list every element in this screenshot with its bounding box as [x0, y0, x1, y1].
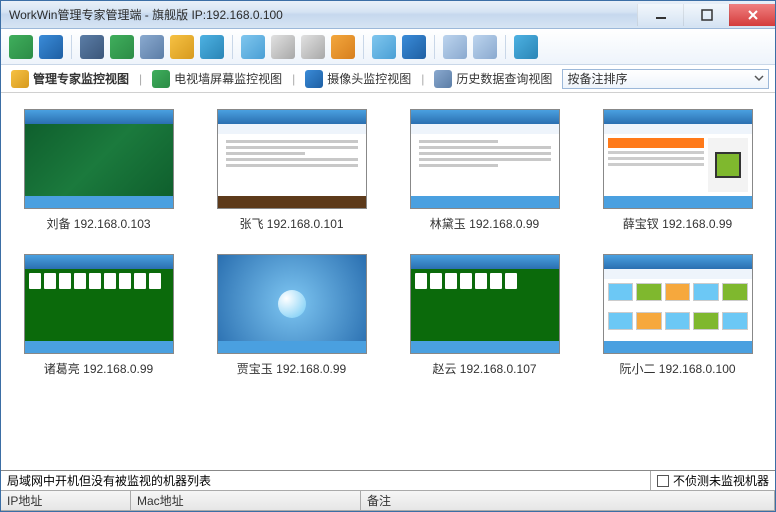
- toolbar-separator: [232, 35, 233, 59]
- view-tabs-bar: 管理专家监控视图 | 电视墙屏幕监控视图 | 摄像头监控视图 | 历史数据查询视…: [1, 65, 775, 93]
- minimize-icon: [655, 9, 667, 21]
- tool-icon-10[interactable]: [301, 35, 325, 59]
- tool-icon-3[interactable]: [80, 35, 104, 59]
- detect-checkbox[interactable]: [657, 475, 669, 487]
- client-screenshot: [603, 254, 753, 354]
- col-remark[interactable]: 备注: [361, 491, 775, 511]
- client-caption: 薛宝钗 192.168.0.99: [623, 215, 732, 232]
- bottom-title: 局域网中开机但没有被监视的机器列表: [1, 472, 650, 489]
- tool-icon-11[interactable]: [331, 35, 355, 59]
- history-icon: [434, 70, 452, 88]
- client-screenshot: [603, 109, 753, 209]
- thumbnail-grid: 刘备 192.168.0.103 张飞 192.168.0.101 林黛玉 19…: [21, 109, 755, 377]
- sort-select[interactable]: 按备注排序: [562, 69, 769, 89]
- client-thumb[interactable]: 贾宝玉 192.168.0.99: [214, 254, 369, 377]
- client-screenshot: [217, 109, 367, 209]
- tool-icon-12[interactable]: [372, 35, 396, 59]
- view-tab-4[interactable]: 历史数据查询视图: [430, 68, 556, 90]
- client-thumb[interactable]: 阮小二 192.168.0.100: [600, 254, 755, 377]
- help-icon[interactable]: [514, 35, 538, 59]
- toolbar-separator: [505, 35, 506, 59]
- col-mac[interactable]: Mac地址: [131, 491, 361, 511]
- client-screenshot: [410, 109, 560, 209]
- app-window: WorkWin管理专家管理端 - 旗舰版 IP:192.168.0.100: [0, 0, 776, 512]
- client-screenshot: [24, 109, 174, 209]
- maximize-icon: [701, 9, 713, 21]
- view-label: 电视墙屏幕监控视图: [174, 70, 282, 87]
- client-thumb[interactable]: 刘备 192.168.0.103: [21, 109, 176, 232]
- toolbar-separator: [71, 35, 72, 59]
- client-caption: 诸葛亮 192.168.0.99: [44, 360, 153, 377]
- bottom-checkbox-area[interactable]: 不侦测未监视机器: [650, 471, 775, 490]
- window-title: WorkWin管理专家管理端 - 旗舰版 IP:192.168.0.100: [9, 6, 283, 23]
- window-controls: [637, 4, 775, 26]
- client-caption: 赵云 192.168.0.107: [432, 360, 536, 377]
- toolbar-separator: [363, 35, 364, 59]
- view-tab-2[interactable]: 电视墙屏幕监控视图: [148, 68, 286, 90]
- client-caption: 张飞 192.168.0.101: [239, 215, 343, 232]
- toolbar: [1, 29, 775, 65]
- client-screenshot: [410, 254, 560, 354]
- titlebar: WorkWin管理专家管理端 - 旗舰版 IP:192.168.0.100: [1, 1, 775, 29]
- view-icon-1: [11, 70, 29, 88]
- view-tab-1[interactable]: 管理专家监控视图: [7, 68, 133, 90]
- client-caption: 刘备 192.168.0.103: [46, 215, 150, 232]
- col-ip[interactable]: IP地址: [1, 491, 131, 511]
- client-caption: 阮小二 192.168.0.100: [619, 360, 735, 377]
- bottom-table-header: IP地址 Mac地址 备注: [1, 491, 775, 511]
- client-thumb[interactable]: 诸葛亮 192.168.0.99: [21, 254, 176, 377]
- view-icon-2: [152, 70, 170, 88]
- bottom-panel: 局域网中开机但没有被监视的机器列表 不侦测未监视机器 IP地址 Mac地址 备注: [1, 470, 775, 511]
- client-screenshot: [217, 254, 367, 354]
- client-thumb[interactable]: 赵云 192.168.0.107: [407, 254, 562, 377]
- view-label: 历史数据查询视图: [456, 70, 552, 87]
- client-screenshot: [24, 254, 174, 354]
- minimize-button[interactable]: [637, 4, 683, 26]
- bottom-title-row: 局域网中开机但没有被监视的机器列表 不侦测未监视机器: [1, 471, 775, 491]
- tool-icon-8[interactable]: [241, 35, 265, 59]
- tool-icon-4[interactable]: [110, 35, 134, 59]
- client-caption: 贾宝玉 192.168.0.99: [237, 360, 346, 377]
- tool-icon-5[interactable]: [140, 35, 164, 59]
- view-label: 管理专家监控视图: [33, 70, 129, 87]
- thumbnail-area: 刘备 192.168.0.103 张飞 192.168.0.101 林黛玉 19…: [1, 93, 775, 470]
- chevron-down-icon: [754, 72, 764, 86]
- camera-icon: [305, 70, 323, 88]
- tool-icon-13[interactable]: [402, 35, 426, 59]
- client-thumb[interactable]: 张飞 192.168.0.101: [214, 109, 369, 232]
- checkbox-label: 不侦测未监视机器: [673, 472, 769, 489]
- client-caption: 林黛玉 192.168.0.99: [430, 215, 539, 232]
- tool-icon-2[interactable]: [39, 35, 63, 59]
- toolbar-separator: [434, 35, 435, 59]
- view-tab-3[interactable]: 摄像头监控视图: [301, 68, 415, 90]
- tool-icon-1[interactable]: [9, 35, 33, 59]
- tool-icon-15[interactable]: [473, 35, 497, 59]
- tool-icon-7[interactable]: [200, 35, 224, 59]
- view-label: 摄像头监控视图: [327, 70, 411, 87]
- tool-icon-6[interactable]: [170, 35, 194, 59]
- client-thumb[interactable]: 薛宝钗 192.168.0.99: [600, 109, 755, 232]
- client-thumb[interactable]: 林黛玉 192.168.0.99: [407, 109, 562, 232]
- sort-select-value: 按备注排序: [567, 70, 627, 87]
- tool-icon-9[interactable]: [271, 35, 295, 59]
- maximize-button[interactable]: [683, 4, 729, 26]
- tool-icon-14[interactable]: [443, 35, 467, 59]
- close-icon: [747, 9, 759, 21]
- close-button[interactable]: [729, 4, 775, 26]
